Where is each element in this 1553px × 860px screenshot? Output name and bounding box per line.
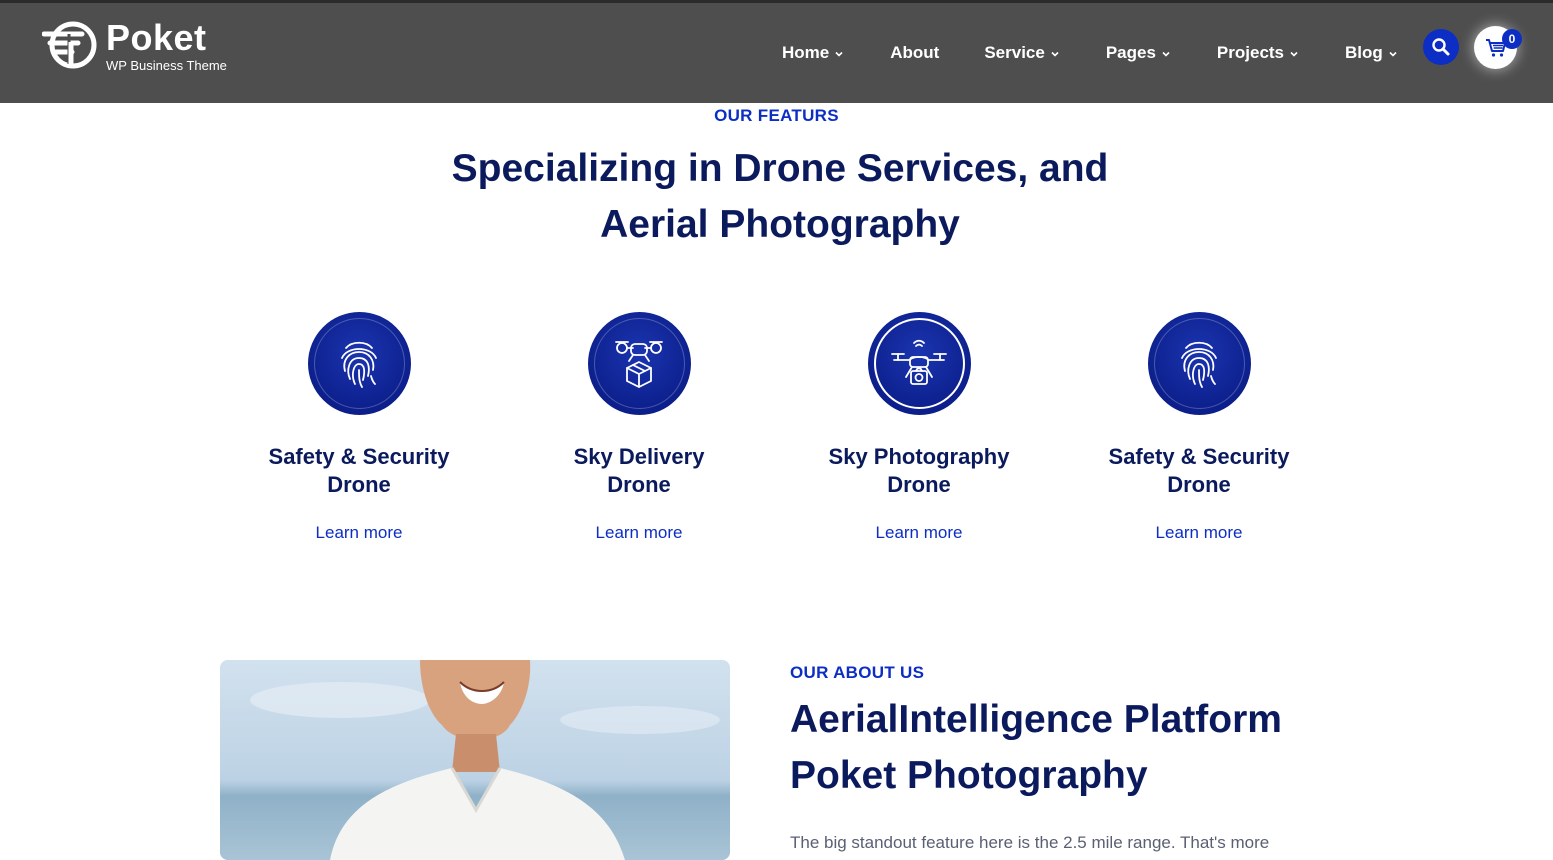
feature-title-line: Drone <box>887 472 951 497</box>
nav-item-blog[interactable]: Blog <box>1345 33 1398 73</box>
feature-title: Safety & Security Drone <box>1059 443 1339 499</box>
chevron-down-icon <box>835 51 843 57</box>
drone-delivery-icon <box>615 340 663 388</box>
learn-more-link[interactable]: Learn more <box>1156 523 1243 543</box>
features-title-line: Specializing in Drone Services, and <box>451 147 1109 190</box>
feature-title: Sky Photography Drone <box>779 443 1059 499</box>
about-description: The big standout feature here is the 2.5… <box>790 833 1270 852</box>
feature-card: Sky Photography Drone Learn more <box>779 312 1059 543</box>
drone-camera-icon <box>891 339 947 385</box>
nav-item-about[interactable]: About <box>890 33 939 73</box>
cart-count-badge: 0 <box>1502 29 1522 49</box>
about-title-line: Poket Photography <box>790 754 1148 797</box>
feature-title-line: Drone <box>1167 472 1231 497</box>
site-header: Poket WP Business Theme Home About Servi… <box>0 0 1553 103</box>
feature-card: Sky Delivery Drone Learn more <box>499 312 779 543</box>
nav-item-projects[interactable]: Projects <box>1217 33 1299 73</box>
learn-more-link[interactable]: Learn more <box>876 523 963 543</box>
nav-item-home[interactable]: Home <box>782 33 844 73</box>
brand-tagline: WP Business Theme <box>106 58 227 73</box>
feature-icon-circle <box>867 312 971 415</box>
nav-label: Service <box>984 43 1045 62</box>
brand-name: Poket <box>106 17 207 58</box>
nav-item-service[interactable]: Service <box>984 33 1060 73</box>
logo-icon <box>42 21 97 69</box>
feature-icon-circle <box>587 312 691 415</box>
features-title-line: Aerial Photography <box>600 203 960 246</box>
feature-icon-circle <box>307 312 411 415</box>
about-title-line: AerialIntelligence Platform <box>790 698 1282 741</box>
chevron-down-icon <box>1051 51 1059 57</box>
feature-title-line: Drone <box>327 472 391 497</box>
feature-card: Safety & Security Drone Learn more <box>1059 312 1339 543</box>
about-photo <box>220 660 730 860</box>
feature-title: Safety & Security Drone <box>219 443 499 499</box>
learn-more-link[interactable]: Learn more <box>316 523 403 543</box>
features-title: Specializing in Drone Services, and Aeri… <box>380 141 1180 253</box>
chevron-down-icon <box>1389 51 1397 57</box>
about-title: AerialIntelligence Platform Poket Photog… <box>790 692 1350 804</box>
feature-title: Sky Delivery Drone <box>499 443 779 499</box>
feature-title-line: Drone <box>607 472 671 497</box>
feature-title-line: Sky Photography <box>828 444 1010 469</box>
chevron-down-icon <box>1290 51 1298 57</box>
feature-title-line: Safety & Security <box>1108 444 1290 469</box>
features-eyebrow: OUR FEATURS <box>714 106 839 125</box>
fingerprint-icon <box>1181 341 1217 388</box>
learn-more-link[interactable]: Learn more <box>596 523 683 543</box>
feature-icon-circle <box>1147 312 1251 415</box>
brand-logo[interactable]: Poket WP Business Theme <box>42 20 227 74</box>
search-button[interactable] <box>1423 29 1459 65</box>
nav-item-pages[interactable]: Pages <box>1106 33 1171 73</box>
about-eyebrow: OUR ABOUT US <box>790 663 925 682</box>
nav-label: Pages <box>1105 43 1156 62</box>
nav-label: Blog <box>1345 43 1383 62</box>
feature-title-line: Safety & Security <box>268 444 450 469</box>
feature-title-line: Sky Delivery <box>573 444 705 469</box>
nav-label: Projects <box>1216 43 1285 62</box>
main-nav: Home About Service Pages Projects Blog <box>782 3 1398 103</box>
person-photo-illustration <box>220 660 730 860</box>
search-icon <box>1432 38 1450 56</box>
nav-label: Home <box>782 43 830 62</box>
chevron-down-icon <box>1162 51 1170 57</box>
nav-label: About <box>890 43 940 62</box>
fingerprint-icon <box>341 341 377 388</box>
feature-card: Safety & Security Drone Learn more <box>219 312 499 543</box>
